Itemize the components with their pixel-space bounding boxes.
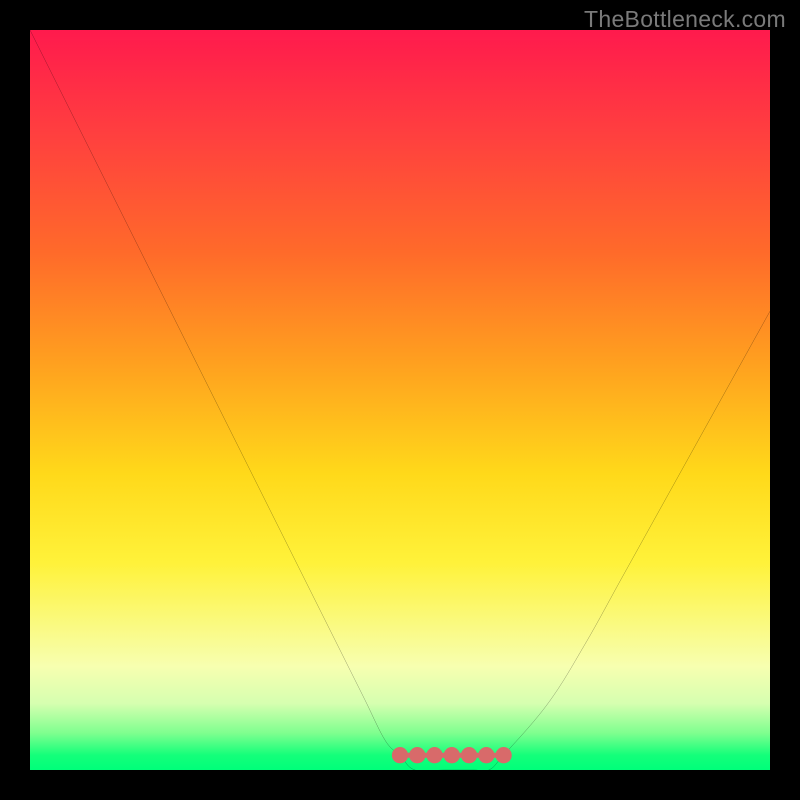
optimal-range-marker xyxy=(478,747,494,763)
optimal-range-marker xyxy=(409,747,425,763)
optimal-range-marker xyxy=(426,747,442,763)
optimal-range-marker xyxy=(444,747,460,763)
optimal-range-marker xyxy=(495,747,511,763)
optimal-range xyxy=(392,747,512,763)
optimal-range-marker xyxy=(461,747,477,763)
optimal-range-marker xyxy=(392,747,408,763)
watermark-text: TheBottleneck.com xyxy=(584,6,786,33)
marker-layer xyxy=(30,30,770,770)
plot-area xyxy=(30,30,770,770)
chart-stage: TheBottleneck.com xyxy=(0,0,800,800)
